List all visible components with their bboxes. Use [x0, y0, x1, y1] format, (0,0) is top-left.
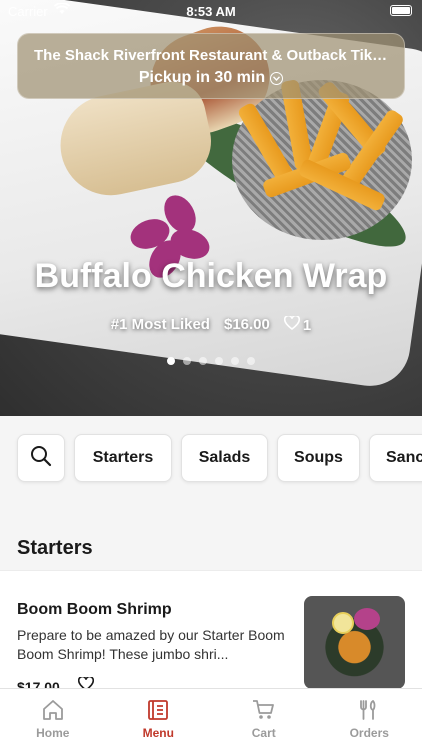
featured-like[interactable]: 1: [283, 314, 312, 334]
tab-home[interactable]: Home: [0, 689, 106, 750]
featured-item-meta: #1 Most Liked $16.00 1: [0, 314, 422, 334]
lemon-garnish: [332, 612, 354, 634]
battery-icon: [390, 5, 412, 16]
carousel-dot[interactable]: [167, 357, 175, 365]
hero-banner[interactable]: Carrier 8:53 AM The Shack Riverfront Res…: [0, 0, 422, 416]
tab-label: Orders: [349, 726, 389, 740]
carousel-dot[interactable]: [215, 357, 223, 365]
item-image[interactable]: [304, 596, 405, 689]
pickup-time[interactable]: Pickup in 30 min: [138, 69, 284, 87]
chevron-down-icon: [270, 71, 284, 85]
tab-label: Home: [36, 726, 70, 740]
featured-price: $16.00: [223, 316, 270, 333]
pickup-label: Pickup in 30 min: [138, 69, 266, 86]
featured-rank: #1 Most Liked: [110, 316, 210, 333]
featured-item-title[interactable]: Buffalo Chicken Wrap: [0, 257, 422, 296]
tab-menu[interactable]: Menu: [106, 689, 212, 750]
search-icon: [30, 445, 52, 472]
item-name: Boom Boom Shrimp: [17, 601, 172, 618]
featured-like-count: 1: [302, 316, 312, 334]
store-selector[interactable]: The Shack Riverfront Restaurant & Outbac…: [17, 33, 405, 99]
carousel-dot[interactable]: [247, 357, 255, 365]
category-chip-salads[interactable]: Salads: [181, 434, 268, 482]
tab-orders[interactable]: Orders: [317, 689, 422, 750]
home-icon: [41, 699, 65, 723]
menu-icon: [147, 699, 169, 723]
carousel-dot[interactable]: [231, 357, 239, 365]
tab-label: Menu: [142, 726, 174, 740]
store-name: The Shack Riverfront Restaurant & Outbac…: [34, 47, 403, 64]
search-button[interactable]: [17, 434, 65, 482]
section-title: Starters: [17, 537, 93, 559]
status-time: 8:53 AM: [186, 4, 236, 19]
status-bar: Carrier 8:53 AM: [0, 0, 422, 22]
carousel-dot[interactable]: [183, 357, 191, 365]
category-chip-starters[interactable]: Starters: [74, 434, 172, 482]
item-description: Prepare to be amazed by our Starter Boom…: [17, 627, 285, 662]
cart-icon: [252, 699, 276, 723]
menu-item-card[interactable]: Boom Boom Shrimp Prepare to be amazed by…: [0, 570, 422, 695]
orders-icon: [358, 699, 380, 723]
category-bar[interactable]: Starters Salads Soups Sanc: [0, 416, 422, 502]
carousel-dot[interactable]: [199, 357, 207, 365]
tab-label: Cart: [251, 726, 276, 740]
tab-cart[interactable]: Cart: [211, 689, 317, 750]
orchid-garnish: [354, 608, 380, 630]
category-chip-sandwiches[interactable]: Sanc: [369, 434, 422, 482]
category-chip-soups[interactable]: Soups: [277, 434, 360, 482]
tab-bar[interactable]: Home Menu Cart Orders: [0, 688, 422, 750]
carousel-dots[interactable]: [0, 357, 422, 365]
heart-icon: [283, 314, 300, 334]
